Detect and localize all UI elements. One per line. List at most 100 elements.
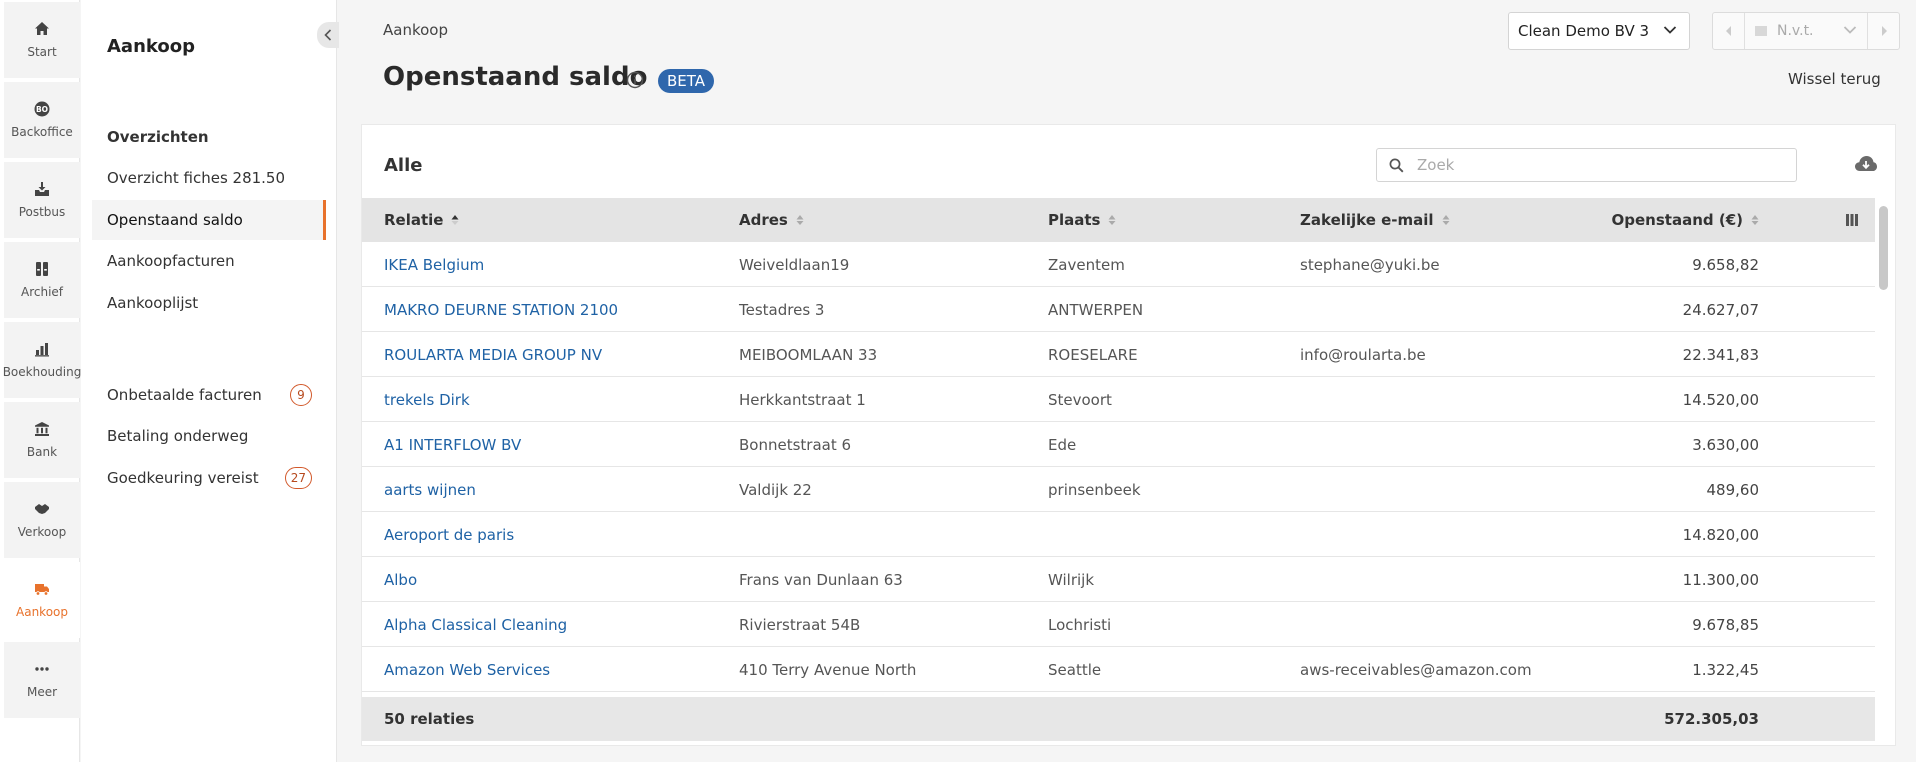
collapse-sidebar-button[interactable]: [317, 22, 339, 48]
table-row[interactable]: aarts wijnen Valdijk 22 prinsenbeek 489,…: [362, 467, 1875, 512]
rail-label: Aankoop: [16, 605, 68, 619]
table-row[interactable]: IKEA Belgium Weiveldlaan19 Zaventem step…: [362, 242, 1875, 287]
rail-item-verkoop[interactable]: Verkoop: [4, 482, 80, 558]
table-row[interactable]: ROULARTA MEDIA GROUP NV MEIBOOMLAAN 33 R…: [362, 332, 1875, 377]
rail-item-bank[interactable]: Bank: [4, 402, 80, 478]
table-row[interactable]: MAKRO DEURNE STATION 2100 Testadres 3 AN…: [362, 287, 1875, 332]
rail-item-aankoop[interactable]: Aankoop: [4, 562, 80, 638]
sidebar-item-label: Overzicht fiches 281.50: [107, 169, 286, 187]
period-select[interactable]: N.v.t.: [1745, 23, 1867, 39]
balance-card: Alle Zoek Relatie Adres Plaats Zakelijke…: [361, 124, 1896, 746]
caret-right-icon: [1881, 26, 1887, 36]
cell-relatie[interactable]: MAKRO DEURNE STATION 2100: [384, 287, 618, 332]
sidebar-section-heading: Overzichten: [107, 128, 209, 146]
rail-label: Boekhouding: [2, 365, 82, 379]
previous-period-button[interactable]: [1713, 13, 1745, 49]
company-select[interactable]: Clean Demo BV 3: [1508, 12, 1690, 50]
sort-ascending-icon: [451, 215, 459, 225]
sort-icon: [1751, 215, 1759, 225]
sidebar-item-label: Goedkeuring vereist: [107, 469, 259, 487]
cell-openstaand: 3.630,00: [1692, 435, 1759, 454]
cell-relatie[interactable]: aarts wijnen: [384, 467, 476, 512]
search-placeholder: Zoek: [1417, 156, 1455, 174]
table-scrollbar[interactable]: [1879, 202, 1889, 690]
breadcrumb[interactable]: Aankoop: [383, 21, 448, 39]
cloud-download-icon[interactable]: [1854, 153, 1878, 175]
cell-adres: Bonnetstraat 6: [739, 435, 852, 454]
cell-relatie[interactable]: ROULARTA MEDIA GROUP NV: [384, 332, 602, 377]
cell-openstaand: 489,60: [1706, 480, 1760, 499]
switch-back-link[interactable]: Wissel terug: [1788, 70, 1881, 88]
info-icon[interactable]: [626, 71, 644, 89]
cell-openstaand: 14.820,00: [1682, 525, 1759, 544]
cell-plaats: Seattle: [1048, 660, 1102, 679]
balance-table: Relatie Adres Plaats Zakelijke e-mail Op…: [362, 198, 1875, 692]
column-header-openstaand[interactable]: Openstaand (€): [1562, 198, 1759, 242]
rail-item-postbus[interactable]: Postbus: [4, 162, 80, 238]
period-navigator: N.v.t.: [1712, 12, 1900, 50]
period-swatch-icon: [1755, 26, 1767, 36]
cell-openstaand: 24.627,07: [1682, 300, 1759, 319]
cell-plaats: ANTWERPEN: [1048, 300, 1144, 319]
archive-icon: [36, 262, 48, 276]
cell-relatie[interactable]: trekels Dirk: [384, 377, 470, 422]
column-header-adres[interactable]: Adres: [739, 198, 804, 242]
rail-item-meer[interactable]: Meer: [4, 642, 80, 718]
cell-email: stephane@yuki.be: [1300, 255, 1440, 274]
sidebar-item-label: Betaling onderweg: [107, 427, 249, 445]
bo-icon-text: BO: [36, 105, 48, 114]
cell-plaats: Ede: [1048, 435, 1077, 454]
cell-relatie[interactable]: A1 INTERFLOW BV: [384, 422, 521, 467]
sidebar-item-betaling-onderweg[interactable]: Betaling onderweg: [92, 416, 326, 456]
cell-relatie[interactable]: Alpha Classical Cleaning: [384, 602, 567, 647]
search-input[interactable]: Zoek: [1376, 148, 1797, 182]
sidebar-title: Aankoop: [107, 36, 195, 57]
cell-adres: Testadres 3: [739, 300, 825, 319]
table-row[interactable]: A1 INTERFLOW BV Bonnetstraat 6 Ede 3.630…: [362, 422, 1875, 467]
table-row[interactable]: Albo Frans van Dunlaan 63 Wilrijk 11.300…: [362, 557, 1875, 602]
rail-label: Backoffice: [11, 125, 73, 139]
column-header-relatie[interactable]: Relatie: [384, 198, 459, 242]
sidebar-item-openstaand-saldo[interactable]: Openstaand saldo: [92, 200, 326, 240]
rail-item-start[interactable]: Start: [4, 2, 80, 78]
column-header-label: Plaats: [1048, 211, 1101, 229]
table-row[interactable]: Aeroport de paris 14.820,00: [362, 512, 1875, 557]
sidebar-item-goedkeuring-vereist[interactable]: Goedkeuring vereist 27: [92, 458, 326, 498]
sidebar-item-aankoopfacturen[interactable]: Aankoopfacturen: [92, 241, 326, 281]
footer-total: 572.305,03: [1664, 710, 1759, 728]
sort-icon: [1108, 215, 1116, 225]
next-period-button[interactable]: [1867, 13, 1899, 49]
cell-adres: MEIBOOMLAAN 33: [739, 345, 878, 364]
count-badge: 9: [290, 384, 312, 406]
rail-item-archief[interactable]: Archief: [4, 242, 80, 318]
columns-icon[interactable]: [1845, 213, 1859, 227]
cell-relatie[interactable]: IKEA Belgium: [384, 242, 484, 287]
table-row[interactable]: Amazon Web Services 410 Terry Avenue Nor…: [362, 647, 1875, 692]
sidebar-item-overzicht-fiches[interactable]: Overzicht fiches 281.50: [92, 158, 326, 198]
rail-item-backoffice[interactable]: BO Backoffice: [4, 82, 80, 158]
rail-item-boekhouding[interactable]: Boekhouding: [2, 322, 82, 398]
table-row[interactable]: Alpha Classical Cleaning Rivierstraat 54…: [362, 602, 1875, 647]
sidebar-item-aankooplijst[interactable]: Aankooplijst: [92, 283, 326, 323]
cell-relatie[interactable]: Aeroport de paris: [384, 512, 514, 557]
home-icon: [35, 22, 49, 35]
chevron-down-icon: [1663, 26, 1677, 34]
table-footer: 50 relaties 572.305,03: [362, 697, 1875, 741]
cell-plaats: ROESELARE: [1048, 345, 1138, 364]
handshake-icon: [35, 504, 49, 514]
cell-plaats: Lochristi: [1048, 615, 1112, 634]
cell-openstaand: 11.300,00: [1682, 570, 1759, 589]
column-header-plaats[interactable]: Plaats: [1048, 198, 1116, 242]
table-row[interactable]: trekels Dirk Herkkantstraat 1 Stevoort 1…: [362, 377, 1875, 422]
more-icon: [35, 667, 49, 671]
cell-email: info@roularta.be: [1300, 345, 1426, 364]
column-header-email[interactable]: Zakelijke e-mail: [1300, 198, 1450, 242]
module-sidebar: Aankoop Overzichten Overzicht fiches 281…: [81, 0, 339, 762]
cell-relatie[interactable]: Albo: [384, 557, 417, 602]
sidebar-item-onbetaalde-facturen[interactable]: Onbetaalde facturen 9: [92, 375, 326, 415]
cell-adres: Weiveldlaan19: [739, 255, 850, 274]
cell-adres: Frans van Dunlaan 63: [739, 570, 903, 589]
cell-openstaand: 22.341,83: [1682, 345, 1759, 364]
cell-relatie[interactable]: Amazon Web Services: [384, 647, 550, 692]
scrollbar-thumb[interactable]: [1879, 206, 1888, 290]
